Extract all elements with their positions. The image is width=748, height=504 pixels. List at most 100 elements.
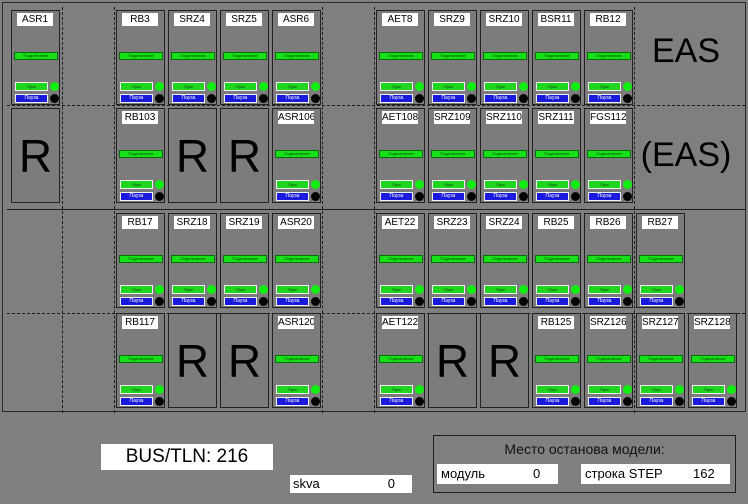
start-button[interactable]: Пуск: [536, 385, 569, 394]
pause-button[interactable]: Пауза: [484, 297, 517, 306]
connect-button[interactable]: Подключение: [431, 255, 475, 263]
pause-button[interactable]: Пауза: [15, 94, 48, 103]
start-button[interactable]: Пуск: [120, 82, 153, 91]
connect-button[interactable]: Подключение: [535, 355, 579, 363]
connect-button[interactable]: Подключение: [379, 255, 423, 263]
connect-button[interactable]: Подключение: [223, 52, 267, 60]
start-button[interactable]: Пуск: [588, 180, 621, 189]
pause-button[interactable]: Пауза: [432, 192, 465, 201]
pause-button[interactable]: Пауза: [692, 397, 725, 406]
pause-button[interactable]: Пауза: [536, 297, 569, 306]
connect-button[interactable]: Подключение: [639, 355, 683, 363]
pause-button[interactable]: Пауза: [484, 192, 517, 201]
start-button[interactable]: Пуск: [640, 285, 673, 294]
start-button[interactable]: Пуск: [536, 285, 569, 294]
start-button[interactable]: Пуск: [432, 285, 465, 294]
pause-button[interactable]: Пауза: [380, 397, 413, 406]
start-button[interactable]: Пуск: [484, 285, 517, 294]
start-button[interactable]: Пуск: [432, 82, 465, 91]
pause-button[interactable]: Пауза: [484, 94, 517, 103]
pause-button[interactable]: Пауза: [120, 397, 153, 406]
pause-button[interactable]: Пауза: [120, 94, 153, 103]
start-button[interactable]: Пуск: [172, 285, 205, 294]
pause-button[interactable]: Пауза: [224, 94, 257, 103]
connect-button[interactable]: Подключение: [431, 52, 475, 60]
start-button[interactable]: Пуск: [224, 285, 257, 294]
connect-button[interactable]: Подключение: [587, 255, 631, 263]
connect-button[interactable]: Подключение: [379, 52, 423, 60]
start-button[interactable]: Пуск: [120, 385, 153, 394]
start-button[interactable]: Пуск: [276, 385, 309, 394]
start-button[interactable]: Пуск: [588, 385, 621, 394]
pause-button[interactable]: Пауза: [588, 192, 621, 201]
pause-button[interactable]: Пауза: [640, 297, 673, 306]
connect-button[interactable]: Подключение: [379, 150, 423, 158]
connect-button[interactable]: Подключение: [535, 150, 579, 158]
start-button[interactable]: Пуск: [484, 180, 517, 189]
pause-button[interactable]: Пауза: [276, 192, 309, 201]
start-button[interactable]: Пуск: [15, 82, 48, 91]
pause-button[interactable]: Пауза: [380, 297, 413, 306]
pause-button[interactable]: Пауза: [276, 297, 309, 306]
start-button[interactable]: Пуск: [380, 385, 413, 394]
connect-button[interactable]: Подключение: [275, 355, 319, 363]
connect-button[interactable]: Подключение: [119, 150, 163, 158]
start-button[interactable]: Пуск: [120, 285, 153, 294]
pause-button[interactable]: Пауза: [536, 397, 569, 406]
connect-button[interactable]: Подключение: [691, 355, 735, 363]
connect-button[interactable]: Подключение: [587, 52, 631, 60]
connect-button[interactable]: Подключение: [275, 255, 319, 263]
start-button[interactable]: Пуск: [380, 180, 413, 189]
start-button[interactable]: Пуск: [120, 180, 153, 189]
pause-button[interactable]: Пауза: [120, 297, 153, 306]
start-button[interactable]: Пуск: [172, 82, 205, 91]
start-button[interactable]: Пуск: [536, 180, 569, 189]
pause-button[interactable]: Пауза: [120, 192, 153, 201]
pause-button[interactable]: Пауза: [432, 94, 465, 103]
connect-button[interactable]: Подключение: [275, 52, 319, 60]
connect-button[interactable]: Подключение: [587, 355, 631, 363]
connect-button[interactable]: Подключение: [639, 255, 683, 263]
connect-button[interactable]: Подключение: [483, 52, 527, 60]
pause-button[interactable]: Пауза: [640, 397, 673, 406]
pause-button[interactable]: Пауза: [588, 94, 621, 103]
start-button[interactable]: Пуск: [380, 82, 413, 91]
connect-button[interactable]: Подключение: [119, 355, 163, 363]
pause-button[interactable]: Пауза: [276, 94, 309, 103]
start-button[interactable]: Пуск: [484, 82, 517, 91]
start-button[interactable]: Пуск: [588, 82, 621, 91]
pause-button[interactable]: Пауза: [536, 94, 569, 103]
start-button[interactable]: Пуск: [276, 82, 309, 91]
connect-button[interactable]: Подключение: [379, 355, 423, 363]
start-button[interactable]: Пуск: [276, 285, 309, 294]
start-button[interactable]: Пуск: [380, 285, 413, 294]
connect-button[interactable]: Подключение: [275, 150, 319, 158]
connect-button[interactable]: Подключение: [171, 52, 215, 60]
pause-button[interactable]: Пауза: [224, 297, 257, 306]
connect-button[interactable]: Подключение: [535, 255, 579, 263]
start-button[interactable]: Пуск: [692, 385, 725, 394]
start-button[interactable]: Пуск: [536, 82, 569, 91]
pause-button[interactable]: Пауза: [432, 297, 465, 306]
pause-button[interactable]: Пауза: [172, 297, 205, 306]
start-button[interactable]: Пуск: [224, 82, 257, 91]
pause-button[interactable]: Пауза: [380, 94, 413, 103]
connect-button[interactable]: Подключение: [535, 52, 579, 60]
start-button[interactable]: Пуск: [276, 180, 309, 189]
connect-button[interactable]: Подключение: [587, 150, 631, 158]
pause-button[interactable]: Пауза: [588, 297, 621, 306]
start-button[interactable]: Пуск: [432, 180, 465, 189]
pause-button[interactable]: Пауза: [380, 192, 413, 201]
connect-button[interactable]: Подключение: [119, 52, 163, 60]
pause-button[interactable]: Пауза: [588, 397, 621, 406]
connect-button[interactable]: Подключение: [483, 255, 527, 263]
pause-button[interactable]: Пауза: [172, 94, 205, 103]
connect-button[interactable]: Подключение: [223, 255, 267, 263]
start-button[interactable]: Пуск: [640, 385, 673, 394]
connect-button[interactable]: Подключение: [483, 150, 527, 158]
pause-button[interactable]: Пауза: [536, 192, 569, 201]
connect-button[interactable]: Подключение: [119, 255, 163, 263]
pause-button[interactable]: Пауза: [276, 397, 309, 406]
connect-button[interactable]: Подключение: [14, 52, 58, 60]
connect-button[interactable]: Подключение: [431, 150, 475, 158]
